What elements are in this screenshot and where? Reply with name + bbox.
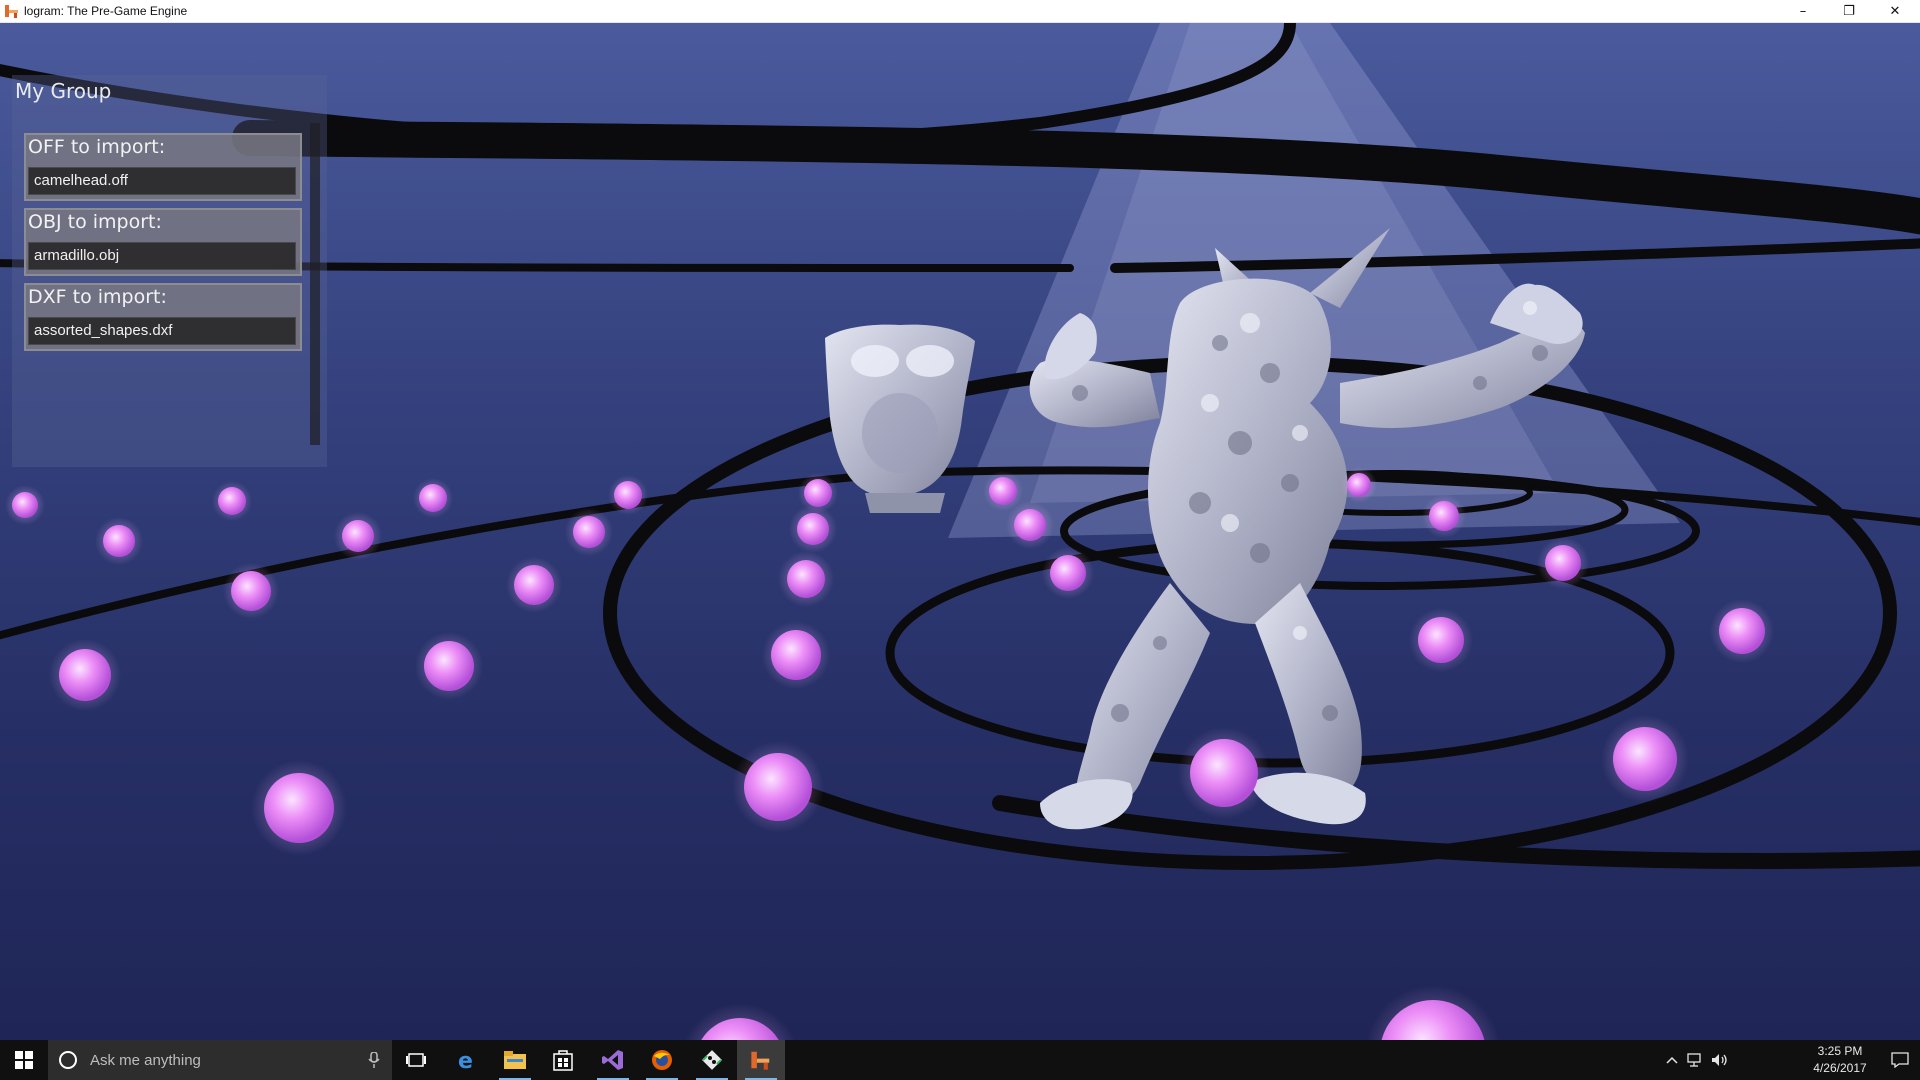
notification-icon (1891, 1052, 1909, 1068)
logram-taskbar-button[interactable] (737, 1040, 785, 1080)
store-icon (553, 1050, 573, 1071)
show-hidden-icons-button[interactable] (1660, 1040, 1684, 1080)
window-title-bar[interactable]: logram: The Pre-Game Engine – ❐ ✕ (0, 0, 1920, 23)
git-button[interactable] (688, 1040, 736, 1080)
store-button[interactable] (539, 1040, 587, 1080)
start-button[interactable] (0, 1040, 48, 1080)
search-box[interactable]: Ask me anything (48, 1040, 392, 1080)
network-button[interactable] (1684, 1040, 1708, 1080)
action-center-button[interactable] (1880, 1040, 1920, 1080)
3d-viewport[interactable]: My Group OFF to import: camelhead.off OB… (0, 23, 1920, 1040)
restore-button[interactable]: ❐ (1826, 0, 1872, 22)
dxf-import-input[interactable]: assorted_shapes.dxf (28, 317, 296, 345)
gui-panel: My Group OFF to import: camelhead.off OB… (12, 75, 327, 467)
svg-text:e: e (458, 1049, 473, 1072)
firefox-icon (652, 1050, 672, 1070)
off-import-group: OFF to import: camelhead.off (24, 133, 302, 201)
task-view-button[interactable] (392, 1040, 440, 1080)
panel-title: My Group (15, 79, 112, 103)
minimize-button[interactable]: – (1780, 0, 1826, 22)
search-placeholder: Ask me anything (90, 1051, 201, 1069)
obj-import-group: OBJ to import: armadillo.obj (24, 208, 302, 276)
obj-import-input[interactable]: armadillo.obj (28, 242, 296, 270)
camelhead-model (825, 324, 975, 513)
network-icon (1687, 1053, 1701, 1067)
chevron-up-icon (1666, 1056, 1678, 1064)
off-import-input[interactable]: camelhead.off (28, 167, 296, 195)
close-button[interactable]: ✕ (1872, 0, 1918, 22)
visual-studio-button[interactable] (589, 1040, 637, 1080)
clock[interactable]: 3:25 PM 4/26/2017 (1806, 1043, 1874, 1077)
microphone-icon[interactable] (368, 1052, 380, 1068)
file-explorer-button[interactable] (491, 1040, 539, 1080)
system-tray: 3:25 PM 4/26/2017 (1660, 1040, 1920, 1080)
off-import-label: OFF to import: (28, 136, 166, 158)
edge-button[interactable]: e (443, 1040, 491, 1080)
cortana-icon (59, 1051, 77, 1069)
git-icon (702, 1050, 722, 1070)
clock-date: 4/26/2017 (1813, 1061, 1867, 1075)
glow-spheres (5, 467, 1774, 1040)
obj-import-label: OBJ to import: (28, 211, 162, 233)
dxf-import-label: DXF to import: (28, 286, 167, 308)
volume-icon (1712, 1054, 1727, 1066)
file-explorer-icon (504, 1051, 526, 1069)
task-view-icon (406, 1053, 426, 1067)
clock-time: 3:25 PM (1817, 1044, 1863, 1058)
window-title: logram: The Pre-Game Engine (24, 4, 188, 18)
edge-icon: e (458, 1049, 473, 1072)
taskbar: Ask me anything e 3:25 PM 4/26/2017 (0, 1040, 1920, 1080)
volume-button[interactable] (1708, 1040, 1732, 1080)
windows-logo-icon (15, 1051, 33, 1069)
logram-app-icon (751, 1051, 770, 1070)
dxf-import-group: DXF to import: assorted_shapes.dxf (24, 283, 302, 351)
visual-studio-icon (602, 1050, 623, 1070)
panel-scrollbar[interactable] (310, 123, 320, 445)
logram-app-icon (5, 5, 18, 18)
firefox-button[interactable] (638, 1040, 686, 1080)
